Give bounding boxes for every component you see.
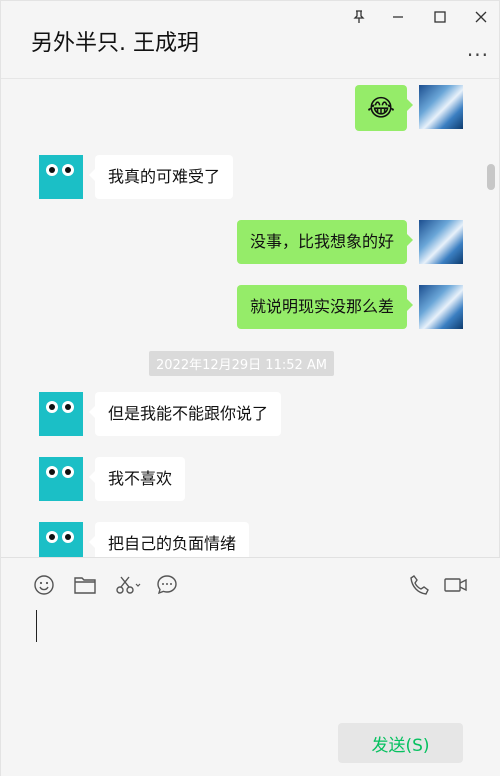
emoji-icon[interactable] bbox=[31, 572, 57, 598]
avatar[interactable] bbox=[419, 285, 463, 329]
message-list[interactable]: 😂 我真的可难受了 没事，比我想象的好 就说明现实没那么差 2022年12月29… bbox=[1, 79, 500, 557]
chat-window: 另外半只. 王成玥 ... 😂 我真的可难受了 没事，比我想象的好 就说明现实没… bbox=[0, 0, 500, 776]
message-bubble[interactable]: 把自己的负面情绪 bbox=[88, 522, 250, 557]
message-row: 就说明现实没那么差 bbox=[236, 285, 463, 329]
chat-title: 另外半只. 王成玥 bbox=[31, 31, 199, 56]
message-bubble[interactable]: 我真的可难受了 bbox=[88, 155, 234, 199]
avatar[interactable] bbox=[39, 522, 83, 557]
input-area: 发送(S) bbox=[1, 557, 500, 776]
video-icon[interactable] bbox=[443, 572, 469, 598]
chat-bubble-icon[interactable] bbox=[154, 572, 180, 598]
timestamp: 2022年12月29日 11:52 AM bbox=[149, 351, 335, 376]
message-row: 但是我能不能跟你说了 bbox=[39, 392, 282, 436]
message-row: 我真的可难受了 bbox=[39, 155, 234, 199]
message-row: 😂 bbox=[354, 85, 463, 131]
message-row: 我不喜欢 bbox=[39, 457, 186, 501]
close-icon[interactable] bbox=[469, 5, 493, 29]
title-bar: 另外半只. 王成玥 ... bbox=[1, 1, 499, 79]
message-bubble[interactable]: 就说明现实没那么差 bbox=[236, 285, 414, 329]
maximize-icon[interactable] bbox=[428, 5, 452, 29]
message-row: 把自己的负面情绪 bbox=[39, 522, 250, 557]
message-input[interactable] bbox=[21, 603, 481, 713]
message-row: 没事，比我想象的好 bbox=[236, 220, 463, 264]
scissors-icon[interactable] bbox=[113, 572, 143, 598]
avatar[interactable] bbox=[39, 457, 83, 501]
avatar[interactable] bbox=[419, 85, 463, 129]
message-bubble[interactable]: 没事，比我想象的好 bbox=[236, 220, 414, 264]
minimize-icon[interactable] bbox=[386, 5, 410, 29]
pin-icon[interactable] bbox=[347, 5, 371, 29]
phone-icon[interactable] bbox=[407, 572, 433, 598]
avatar[interactable] bbox=[39, 392, 83, 436]
send-button[interactable]: 发送(S) bbox=[338, 723, 463, 763]
more-options-icon[interactable]: ... bbox=[467, 37, 489, 61]
avatar[interactable] bbox=[39, 155, 83, 199]
folder-icon[interactable] bbox=[72, 572, 98, 598]
scrollbar-thumb[interactable] bbox=[487, 164, 495, 190]
avatar[interactable] bbox=[419, 220, 463, 264]
message-bubble[interactable]: 但是我能不能跟你说了 bbox=[88, 392, 282, 436]
message-bubble[interactable]: 我不喜欢 bbox=[88, 457, 186, 501]
message-bubble[interactable]: 😂 bbox=[354, 85, 414, 131]
